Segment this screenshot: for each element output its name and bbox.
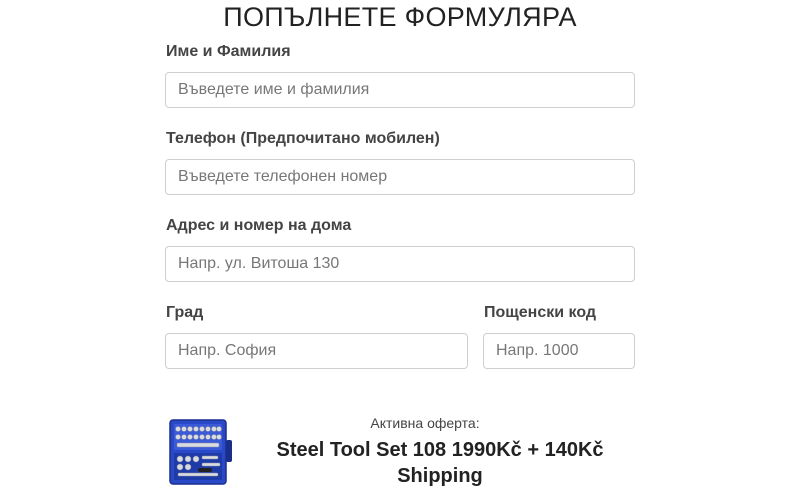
- city-input[interactable]: [165, 333, 468, 369]
- phone-input[interactable]: [165, 159, 635, 195]
- offer-title: Steel Tool Set 108 1990Kč + 140Kč Shippi…: [276, 439, 604, 487]
- offer-label: Активна оферта:: [370, 415, 480, 431]
- postal-code-input[interactable]: [483, 333, 635, 369]
- address-label: Адрес и номер на дома: [166, 217, 352, 234]
- tool-set-case-icon: [168, 416, 236, 486]
- form-title: ПОПЪЛНЕТЕ ФОРМУЛЯРА: [223, 2, 577, 32]
- address-input[interactable]: [165, 246, 635, 282]
- phone-label: Телефон (Предпочитано мобилен): [166, 130, 440, 147]
- postal-code-label: Пощенски код: [484, 304, 597, 321]
- city-label: Град: [166, 304, 204, 321]
- name-input[interactable]: [165, 72, 635, 108]
- name-label: Име и Фамилия: [166, 43, 291, 60]
